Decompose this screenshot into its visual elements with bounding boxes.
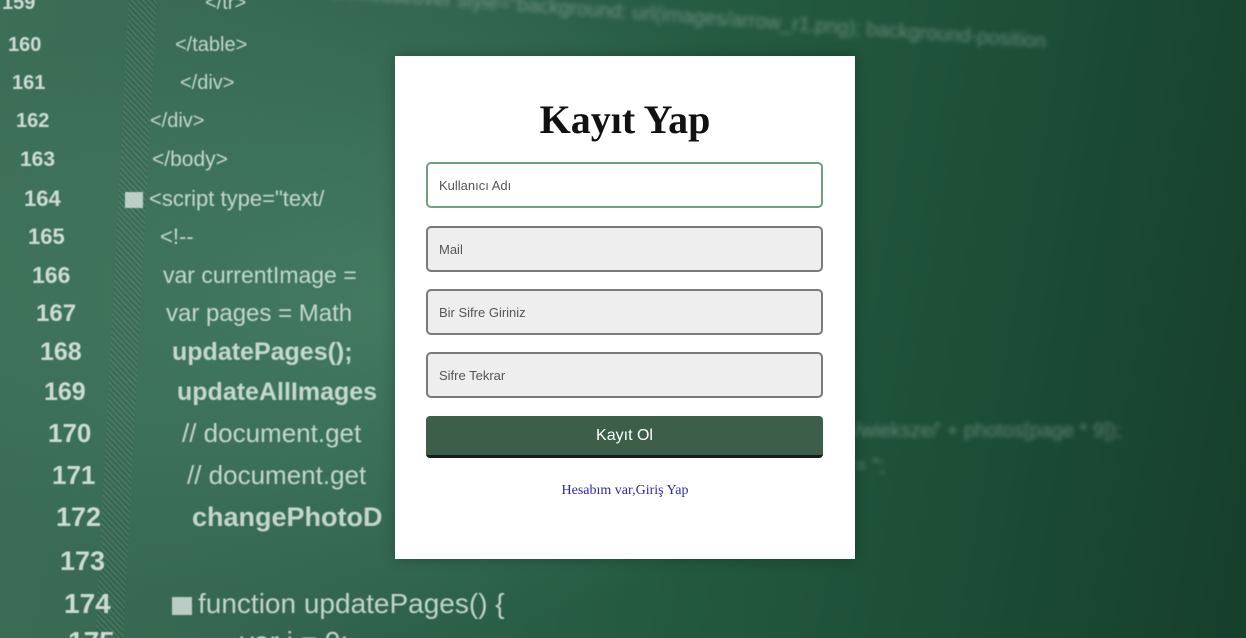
line-code: </div>: [150, 110, 205, 132]
line-number: 174: [64, 588, 111, 619]
line-number: 162: [16, 110, 50, 132]
line-number: 175: [68, 626, 148, 638]
line-number: 173: [60, 546, 106, 576]
line-number: 161: [12, 72, 46, 94]
line-code: </div>: [180, 72, 235, 94]
blurred-code-right: /wieksze/' + photos[page * 9]);: [855, 420, 1122, 442]
line-number: 167: [36, 300, 77, 327]
line-number: 168: [40, 338, 82, 366]
line-code: function updatePages() {: [172, 588, 505, 620]
fold-icon: [172, 596, 192, 615]
username-input[interactable]: [426, 162, 823, 208]
line-code: <!--: [160, 224, 194, 249]
line-code: </body>: [152, 148, 228, 171]
register-button[interactable]: Kayıt Ol: [426, 416, 823, 458]
password-input[interactable]: [426, 289, 823, 335]
line-code: // document.get: [187, 460, 367, 490]
register-card: Kayıt Yap Kayıt Ol Hesabım var,Giriş Yap: [395, 56, 855, 559]
mail-input[interactable]: [426, 226, 823, 272]
line-code: changePhotoD: [192, 502, 383, 532]
line-code: var pages = Math: [166, 300, 353, 327]
line-code: <script type="text/: [125, 186, 324, 212]
line-number: 171: [52, 460, 96, 490]
line-number: 170: [48, 418, 92, 448]
fold-icon: [125, 192, 143, 209]
line-number: 164: [24, 186, 61, 211]
line-number: 169: [44, 378, 86, 406]
line-code: </tr>: [205, 0, 247, 14]
line-code: // document.get: [182, 418, 362, 448]
blurred-code-top: onmouseover style="background: url(image…: [330, 0, 1047, 53]
line-number: 159: [2, 0, 36, 14]
line-code: updateAllImages: [177, 378, 378, 406]
line-number: 163: [20, 148, 56, 171]
line-number: 165: [28, 224, 65, 249]
line-code: var currentImage =: [163, 262, 357, 288]
line-number: 160: [8, 34, 42, 56]
login-link[interactable]: Hesabım var,Giriş Yap: [395, 483, 855, 499]
password-repeat-input[interactable]: [426, 352, 823, 398]
line-code: </table>: [175, 34, 248, 56]
line-code: updatePages();: [172, 338, 353, 366]
line-code: var i = 0;: [240, 626, 348, 638]
blurred-code-right: = ";: [855, 455, 885, 477]
line-number: 166: [32, 262, 71, 288]
line-number: 172: [56, 502, 102, 532]
page-title: Kayıt Yap: [539, 97, 711, 142]
